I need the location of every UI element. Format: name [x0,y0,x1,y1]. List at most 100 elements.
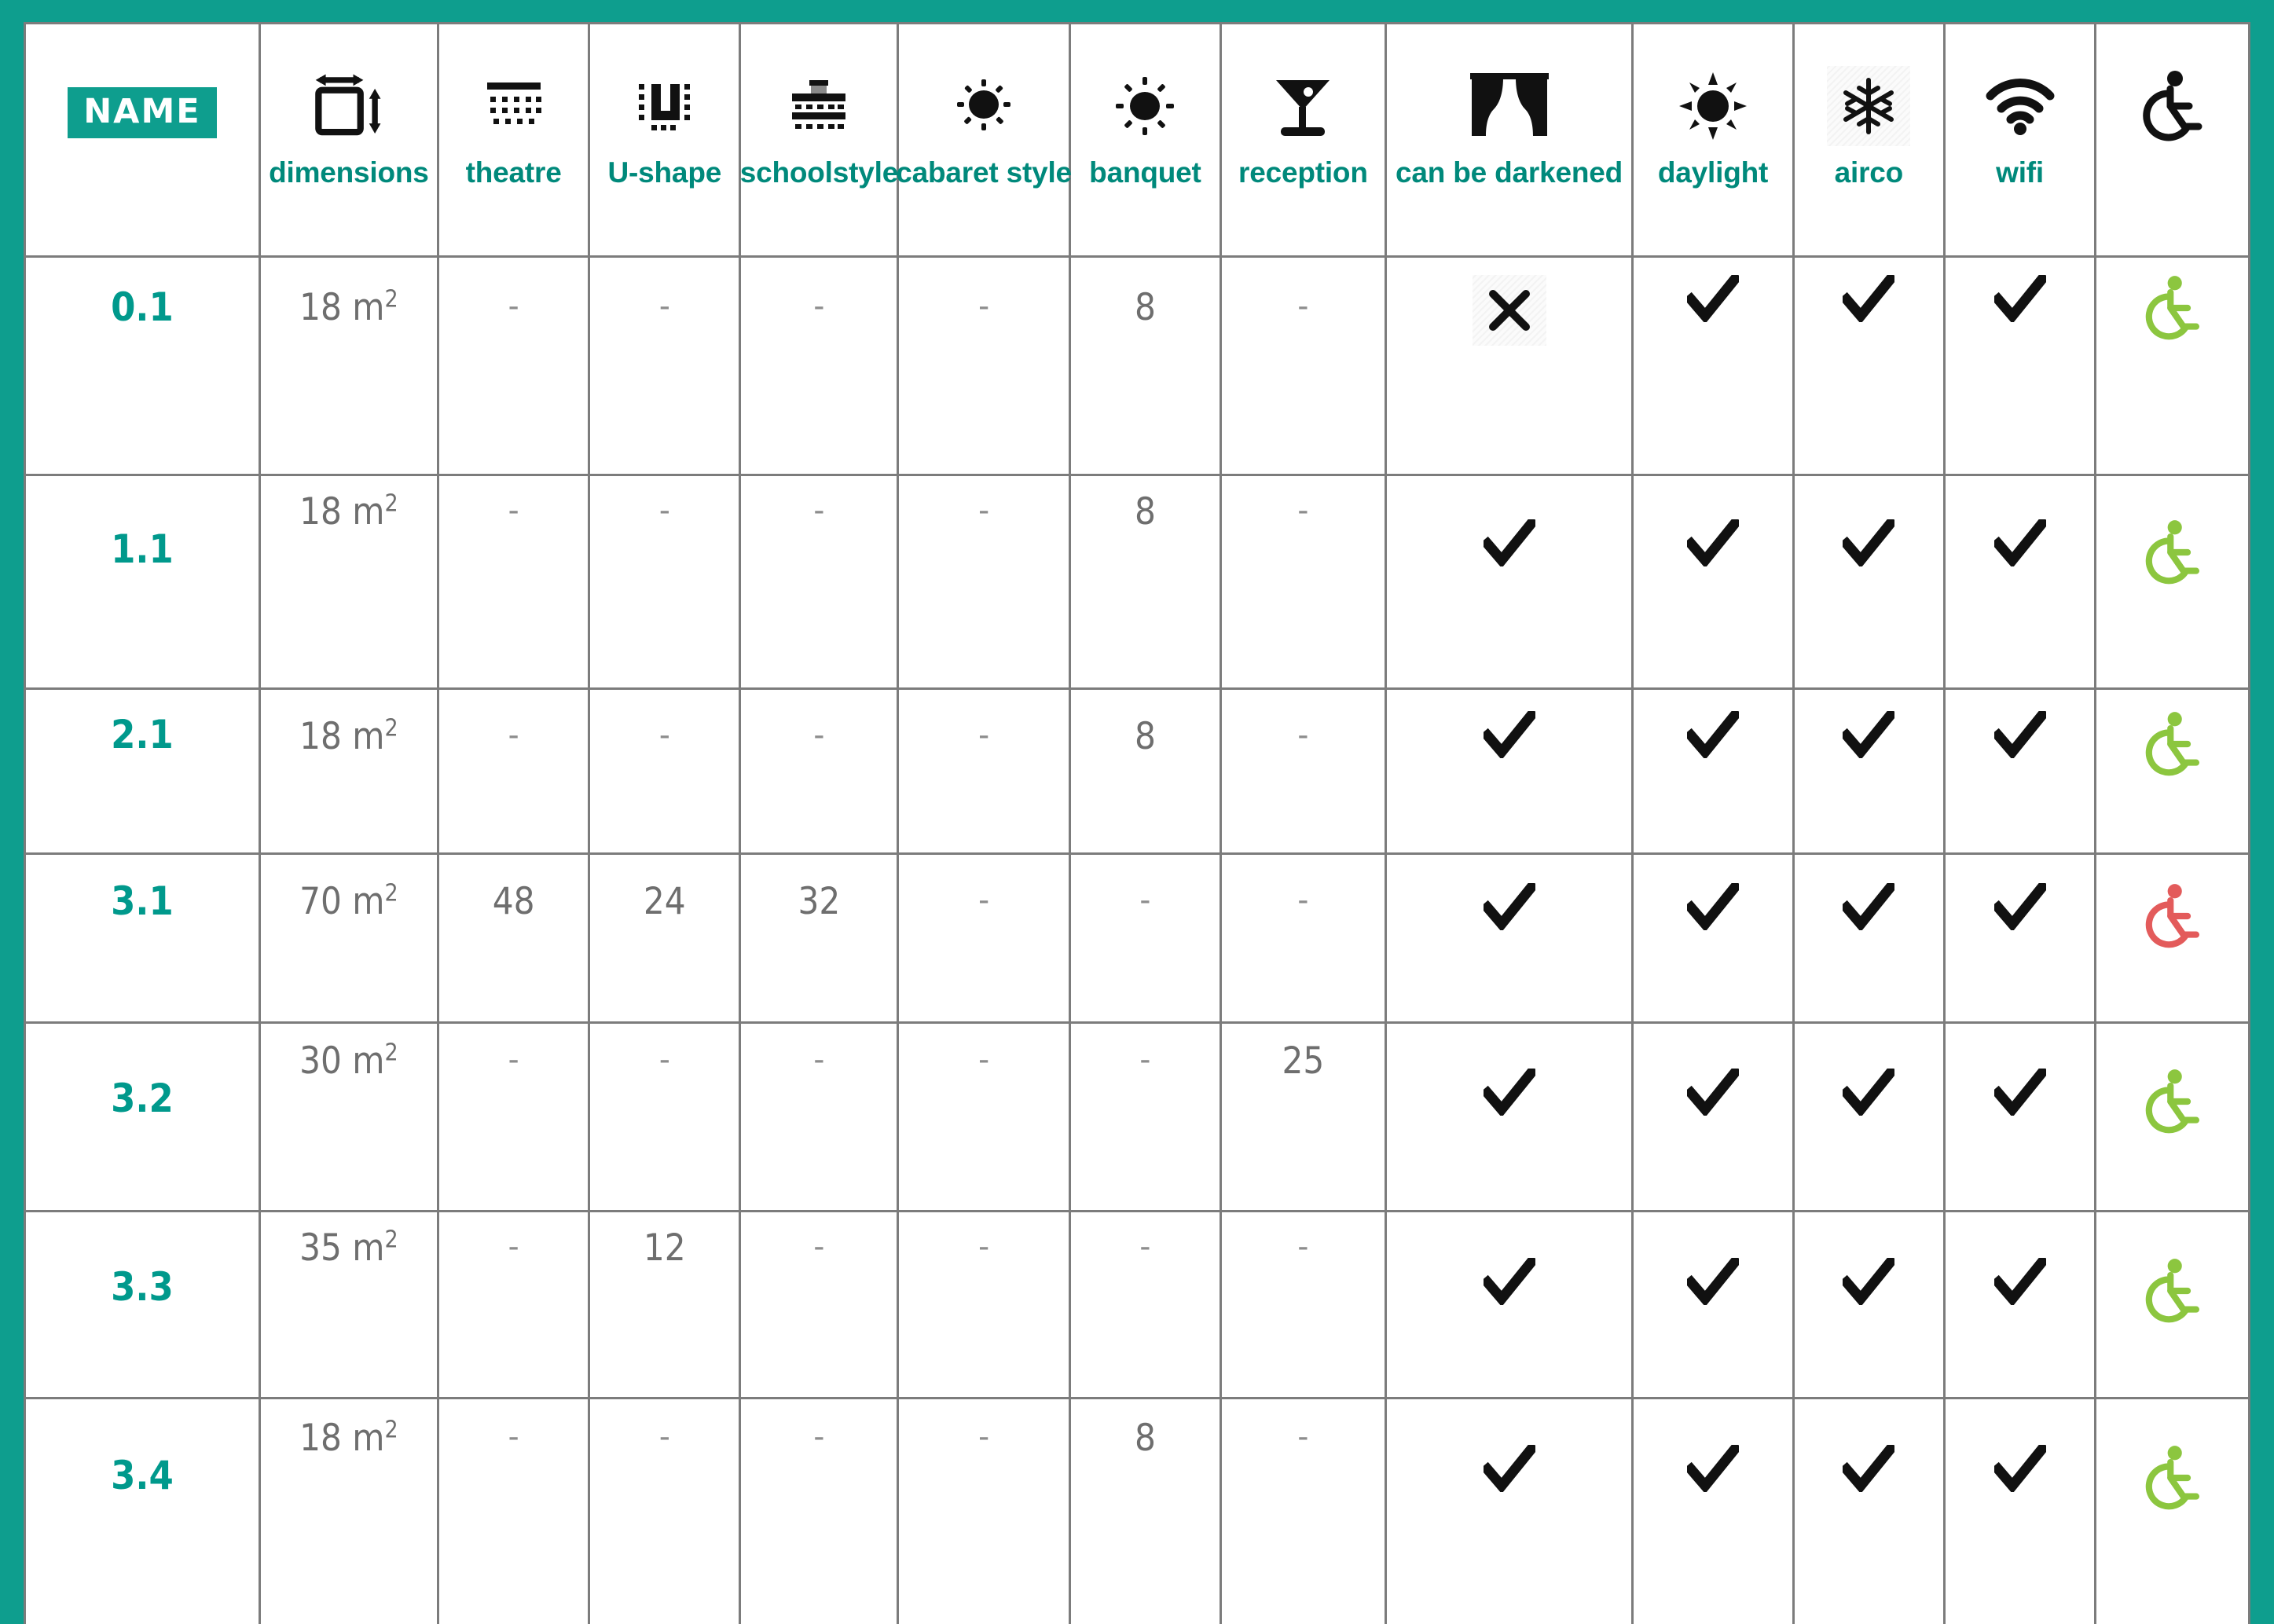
cell-name: 3.2 [24,1021,261,1212]
value-theatre: - [508,491,519,528]
cell-reception: - [1220,255,1387,476]
header-label-banquet: banquet [1089,156,1201,189]
cell-schoolstyle: - [739,1210,900,1399]
check-icon [1843,275,1895,322]
cell-schoolstyle: - [739,687,900,855]
wheelchair-icon [2142,1258,2203,1324]
cell-theatre: - [436,1210,591,1399]
cell-airco [1792,255,1946,476]
value-schoolstyle: - [813,716,825,753]
theatre-icon [481,65,547,147]
value-schoolstyle: - [813,1040,825,1077]
cell-dimensions: 18 m2 [258,474,439,690]
cell-dimensions: 18 m2 [258,1397,439,1624]
cell-cabaret: - [897,1210,1071,1399]
cell-banquet: - [1068,852,1223,1024]
header-label-theatre: theatre [465,156,562,189]
header-cell-name: NAME [24,22,261,258]
header-label-wifi: wifi [1996,156,2044,189]
value-ushape: - [658,491,670,528]
wheelchair-icon [2142,711,2203,777]
header-cell-banquet: banquet [1068,22,1223,258]
check-icon [1687,711,1739,758]
cell-darkened [1384,687,1634,855]
check-icon [1843,1258,1895,1305]
header-cell-daylight: daylight [1631,22,1795,258]
table-row[interactable]: 3.3 35 m2 - 12 - - - - [24,1210,2250,1399]
check-icon [1483,1445,1535,1492]
cell-schoolstyle: 32 [739,852,900,1024]
cell-accessible [2094,687,2250,855]
cell-cabaret: - [897,687,1071,855]
value-ushape: - [658,1417,670,1454]
check-icon [1993,883,2046,930]
check-icon [1687,1258,1739,1305]
cell-cabaret: - [897,1397,1071,1624]
header-label-schoolstyle: schoolstyle [739,156,899,189]
cell-theatre: - [436,1021,591,1212]
value-ushape: 12 [643,1226,686,1270]
value-reception: - [1297,1417,1309,1454]
cell-wifi [1942,1397,2097,1624]
check-icon [1993,519,2046,566]
value-theatre: - [508,1417,519,1454]
wheelchair-icon [2142,519,2203,585]
check-icon [1993,1445,2046,1492]
cell-ushape: 24 [588,852,742,1024]
cell-cabaret: - [897,852,1071,1024]
cell-darkened [1384,1210,1634,1399]
cell-banquet: - [1068,1021,1223,1212]
teal-frame: NAME dimensions theatre U-shape schoolst… [0,0,2274,1624]
cell-dimensions: 35 m2 [258,1210,439,1399]
cell-name: 3.3 [24,1210,261,1399]
cell-wifi [1942,687,2097,855]
cell-ushape: - [588,474,742,690]
table-row[interactable]: 3.1 70 m2 48 24 32 - - - [24,852,2250,1024]
table-row[interactable]: 3.2 30 m2 - - - - - 25 [24,1021,2250,1212]
cocktail-glass-icon [1273,65,1333,147]
cell-theatre: - [436,1397,591,1624]
value-cabaret: - [978,881,990,918]
cell-banquet: 8 [1068,1397,1223,1624]
sun-icon [1679,65,1747,147]
row-name: 3.4 [111,1453,174,1498]
cell-theatre: - [436,255,591,476]
table-row[interactable]: 3.4 18 m2 - - - - 8 - [24,1397,2250,1624]
header-cell-theatre: theatre [436,22,591,258]
table-container: NAME dimensions theatre U-shape schoolst… [24,22,2250,1624]
value-reception: - [1297,287,1309,324]
check-icon [1483,1258,1535,1305]
snowflake-icon [1827,66,1911,146]
cell-wifi [1942,255,2097,476]
value-ushape: - [658,716,670,753]
header-label-ushape: U-shape [607,156,722,189]
value-schoolstyle: - [813,287,825,324]
value-theatre: 48 [492,880,535,923]
value-cabaret: - [978,1040,990,1077]
value-reception: - [1297,491,1309,528]
table-row[interactable]: 0.1 18 m2 - - - - 8 - [24,255,2250,476]
cell-reception: - [1220,852,1387,1024]
u-shape-icon [636,65,694,147]
value-banquet: - [1139,1040,1151,1077]
check-icon [1993,275,2046,322]
value-reception: - [1297,716,1309,753]
cell-accessible [2094,474,2250,690]
header-label-dimensions: dimensions [269,156,429,189]
cell-ushape: 12 [588,1210,742,1399]
cell-wifi [1942,474,2097,690]
cell-name: 3.1 [24,852,261,1024]
cell-cabaret: - [897,1021,1071,1212]
value-ushape: - [658,287,670,324]
cross-icon [1472,275,1546,346]
table-row[interactable]: 1.1 18 m2 - - - - 8 - [24,474,2250,690]
cell-wifi [1942,1210,2097,1399]
header-cell-reception: reception [1220,22,1387,258]
value-banquet: - [1139,881,1151,918]
table-row[interactable]: 2.1 18 m2 - - - - 8 - [24,687,2250,855]
cell-schoolstyle: - [739,474,900,690]
room-capacity-table: NAME dimensions theatre U-shape schoolst… [24,22,2250,1624]
value-reception: 25 [1282,1039,1325,1083]
check-icon [1483,711,1535,758]
value-reception: - [1297,881,1309,918]
